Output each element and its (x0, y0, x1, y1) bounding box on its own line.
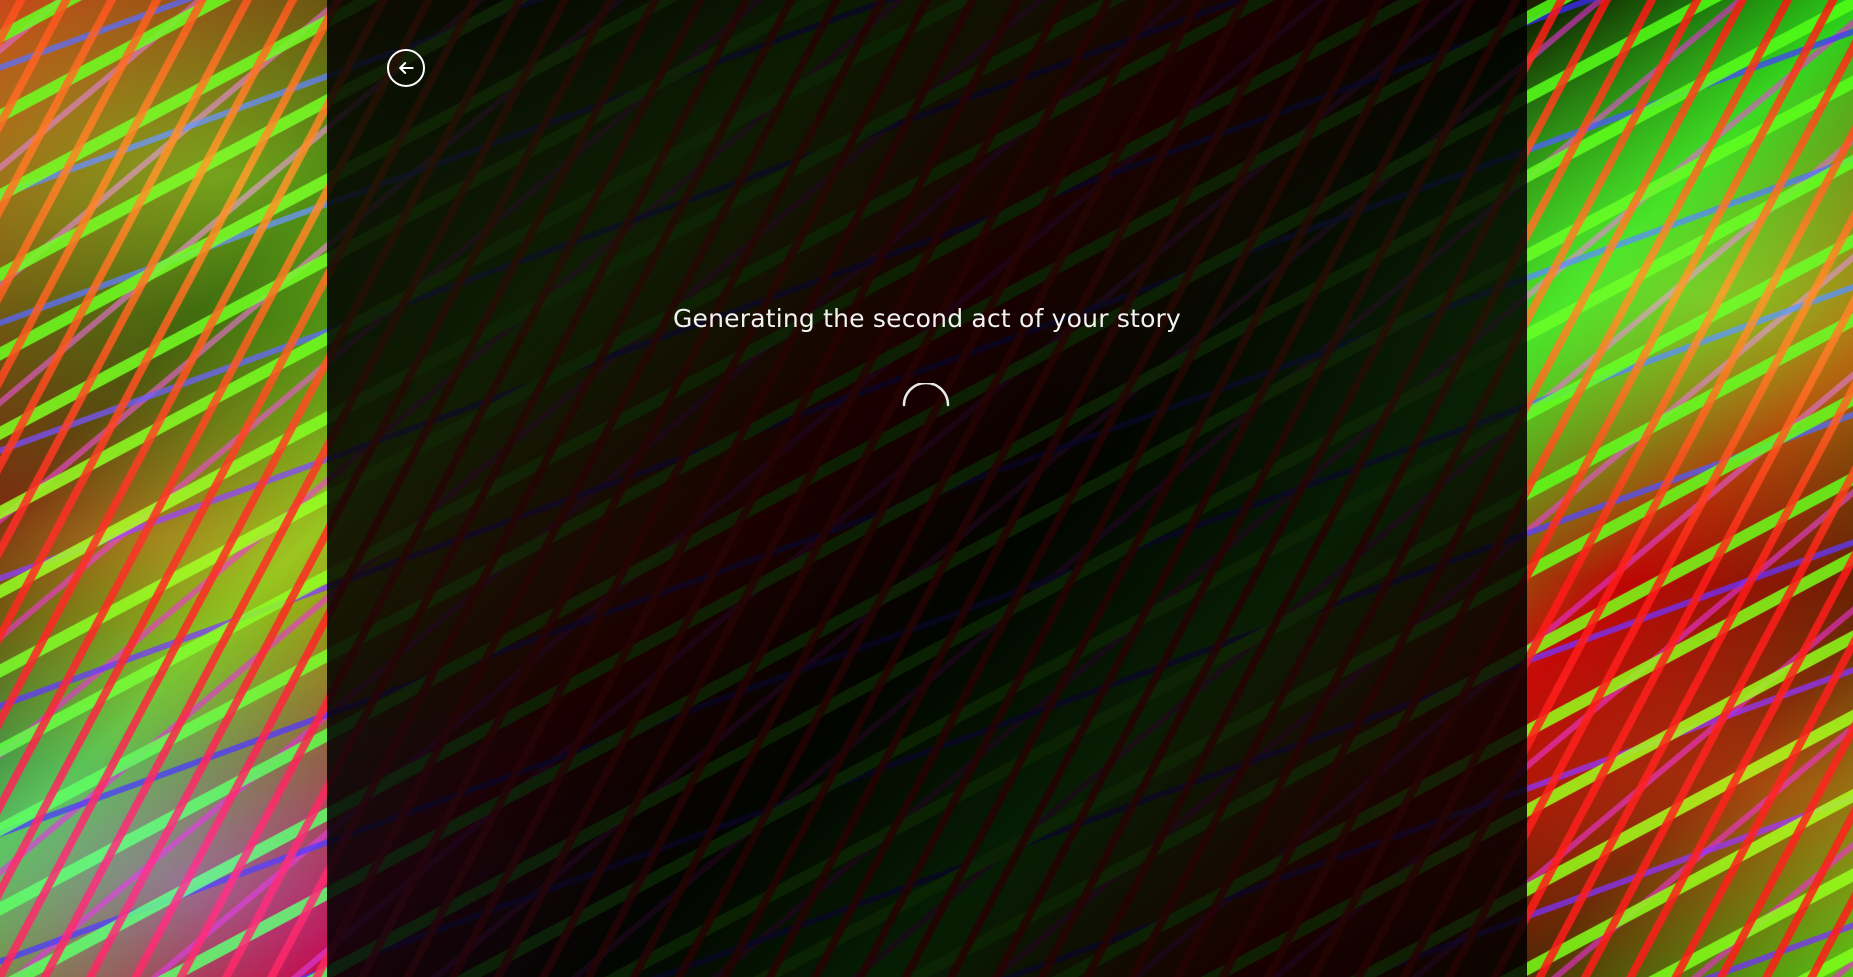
arrow-left-icon (399, 62, 414, 74)
content-panel (327, 0, 1527, 977)
back-button[interactable] (387, 49, 425, 87)
loading-spinner-icon (902, 383, 950, 407)
app-stage: Generating the second act of your story (0, 0, 1853, 977)
loading-message: Generating the second act of your story (672, 304, 1182, 333)
